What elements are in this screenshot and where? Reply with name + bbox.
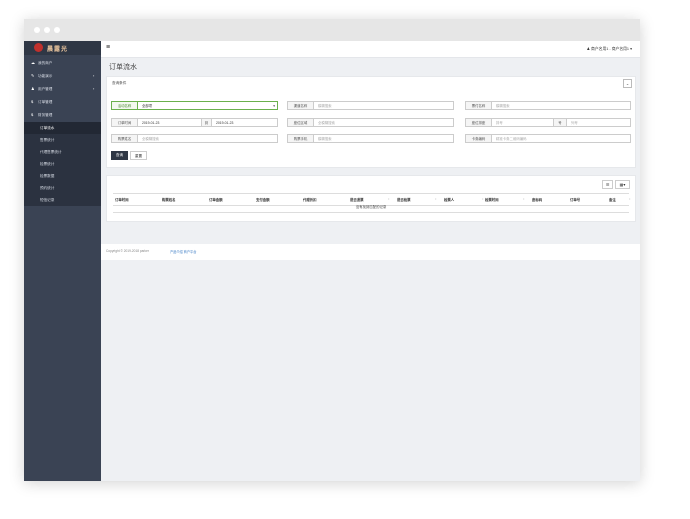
product-label: 票付名称: [465, 101, 492, 110]
time-label: 订单时间: [111, 118, 138, 127]
sidebar-subitem-label: 代理售票统计: [40, 150, 62, 154]
cloud-icon: ☁: [31, 60, 35, 65]
sidebar-subitem-label: 检票数据: [40, 174, 55, 178]
list-icon[interactable]: ☰: [602, 180, 613, 189]
column-header[interactable]: 购票姓名: [162, 197, 176, 202]
footer-link[interactable]: 产品介绍 商户平台: [170, 249, 196, 254]
column-header[interactable]: 支付金额: [256, 197, 270, 202]
sidebar-item-users[interactable]: ♟ 用户管理 ‹: [24, 83, 101, 95]
sidebar-subitem-check-data[interactable]: 检票数据: [24, 170, 101, 182]
sidebar-subitem-label: 订单流水: [40, 126, 55, 130]
sidebar-subitem-label: 预约统计: [40, 186, 55, 190]
sidebar: 晨露光 ☁ 我的商户 ✎ 功能演示 ‹ ♟ 用户管理 ‹ $ 订单管理 $ 财务…: [24, 41, 101, 481]
footer: Copyright © 2019-2018 parker 产品介绍 商户平台: [101, 244, 640, 260]
seat-separator: 号: [553, 118, 567, 127]
menu-icon[interactable]: ≡: [106, 44, 110, 51]
sidebar-item-label: 用户管理: [38, 87, 53, 91]
sidebar-subitem-booking-stats[interactable]: 预约统计: [24, 182, 101, 194]
user-icon: ♟: [31, 86, 35, 91]
seat-col-input[interactable]: 列号: [566, 118, 631, 127]
dollar-icon: $: [31, 99, 34, 104]
buyer-input[interactable]: 全模糊搜索: [137, 134, 278, 143]
sidebar-subitem-order-flow[interactable]: 订单流水: [24, 122, 101, 134]
window-dot-1: [34, 27, 40, 33]
dollar-icon: $: [31, 112, 34, 117]
caret-down-icon: ▾: [273, 104, 275, 108]
page-title: 订单流水: [109, 64, 137, 71]
sidebar-item-my-merchant[interactable]: ☁ 我的商户: [24, 57, 101, 69]
sidebar-item-finance[interactable]: $ 财务管理: [24, 109, 101, 121]
user-menu[interactable]: ♟ 商户名用1 - 商户名用1 ▾: [587, 46, 632, 52]
product-input[interactable]: 模糊搜索: [491, 101, 631, 110]
column-header[interactable]: 订单号: [570, 197, 580, 202]
edit-icon: ✎: [31, 73, 35, 78]
logo-text: 晨露光: [47, 47, 69, 53]
time-end-input[interactable]: 2019-01-23: [211, 118, 278, 127]
channel-input[interactable]: 模糊搜索: [313, 101, 454, 110]
empty-table-message: 没有找到匹配的记录: [113, 203, 629, 213]
column-header[interactable]: 备注 ↕: [609, 197, 631, 202]
logo-icon: [34, 43, 43, 52]
sidebar-item-demo[interactable]: ✎ 功能演示 ‹: [24, 70, 101, 82]
logo: 晨露光: [24, 41, 101, 55]
query-card-title: 查询条件: [112, 81, 127, 85]
activity-select[interactable]: 全部项 ▾: [137, 101, 278, 110]
column-header[interactable]: 检票时间 ↕: [485, 197, 525, 202]
chevron-left-icon: ‹: [93, 73, 95, 78]
search-button[interactable]: 查询: [111, 151, 128, 160]
channel-label: 渠道名称: [287, 101, 314, 110]
sidebar-item-orders[interactable]: $ 订单管理: [24, 96, 101, 108]
column-header[interactable]: 订单时间: [115, 197, 129, 202]
sidebar-item-label: 功能演示: [38, 74, 53, 78]
time-start-input[interactable]: 2019-01-23: [137, 118, 202, 127]
sidebar-subitem-ticket-stats[interactable]: 售票统计: [24, 134, 101, 146]
column-header[interactable]: 检票人 ↕: [444, 197, 484, 202]
code-input[interactable]: 精准卡券二维码编码: [491, 134, 631, 143]
column-header[interactable]: 座标码 ↕: [532, 197, 572, 202]
phone-label: 购票手机: [287, 134, 314, 143]
column-header[interactable]: 是否检票 ↕: [397, 197, 437, 202]
sidebar-subitem-label: 售票统计: [40, 138, 55, 142]
area-label: 座位区域: [287, 118, 314, 127]
window-dot-2: [44, 27, 50, 33]
sidebar-subitem-check-stats[interactable]: 检票统计: [24, 158, 101, 170]
sidebar-subitem-agent-stats[interactable]: 代理售票统计: [24, 146, 101, 158]
seat-row-input[interactable]: 排号: [491, 118, 554, 127]
column-header[interactable]: 订单金额: [209, 197, 223, 202]
chevron-left-icon: ‹: [93, 86, 95, 91]
columns-icon[interactable]: ▦▾: [615, 180, 630, 189]
buyer-label: 购票姓名: [111, 134, 138, 143]
window-dot-3: [54, 27, 60, 33]
results-card: ☰ ▦▾ 订单时间 购票姓名 订单金额 支付金额 代理折扣 是否退票 ↕ 是否检票…: [106, 175, 636, 222]
sidebar-item-label: 财务管理: [38, 113, 53, 117]
activity-select-value: 全部项: [142, 104, 153, 108]
sidebar-subitem-label: 检票统计: [40, 162, 55, 166]
query-card: 查询条件 ⌄ 活动名称 全部项 ▾ 渠道名称 模糊搜索 票付名称 模糊搜索 订单…: [106, 76, 636, 168]
sidebar-subitem-sms-records[interactable]: 短信记录: [24, 194, 101, 206]
window-titlebar: [24, 19, 640, 41]
column-header[interactable]: 代理折扣: [303, 197, 317, 202]
code-label: 卡券编码: [465, 134, 492, 143]
seat-label: 座位排座: [465, 118, 492, 127]
sidebar-subitem-label: 短信记录: [40, 198, 55, 202]
area-input[interactable]: 全模糊搜索: [313, 118, 454, 127]
sidebar-item-label: 我的商户: [38, 61, 53, 65]
sidebar-item-label: 订单管理: [38, 100, 53, 104]
activity-label: 活动名称: [111, 101, 138, 110]
column-header[interactable]: 是否退票 ↕: [350, 197, 390, 202]
phone-input[interactable]: 模糊搜索: [313, 134, 454, 143]
reset-button[interactable]: 重置: [130, 151, 147, 160]
top-navbar: ≡ ♟ 商户名用1 - 商户名用1 ▾: [101, 41, 640, 58]
collapse-icon[interactable]: ⌄: [623, 79, 632, 88]
footer-copyright: Copyright © 2019-2018 parker: [106, 249, 149, 253]
